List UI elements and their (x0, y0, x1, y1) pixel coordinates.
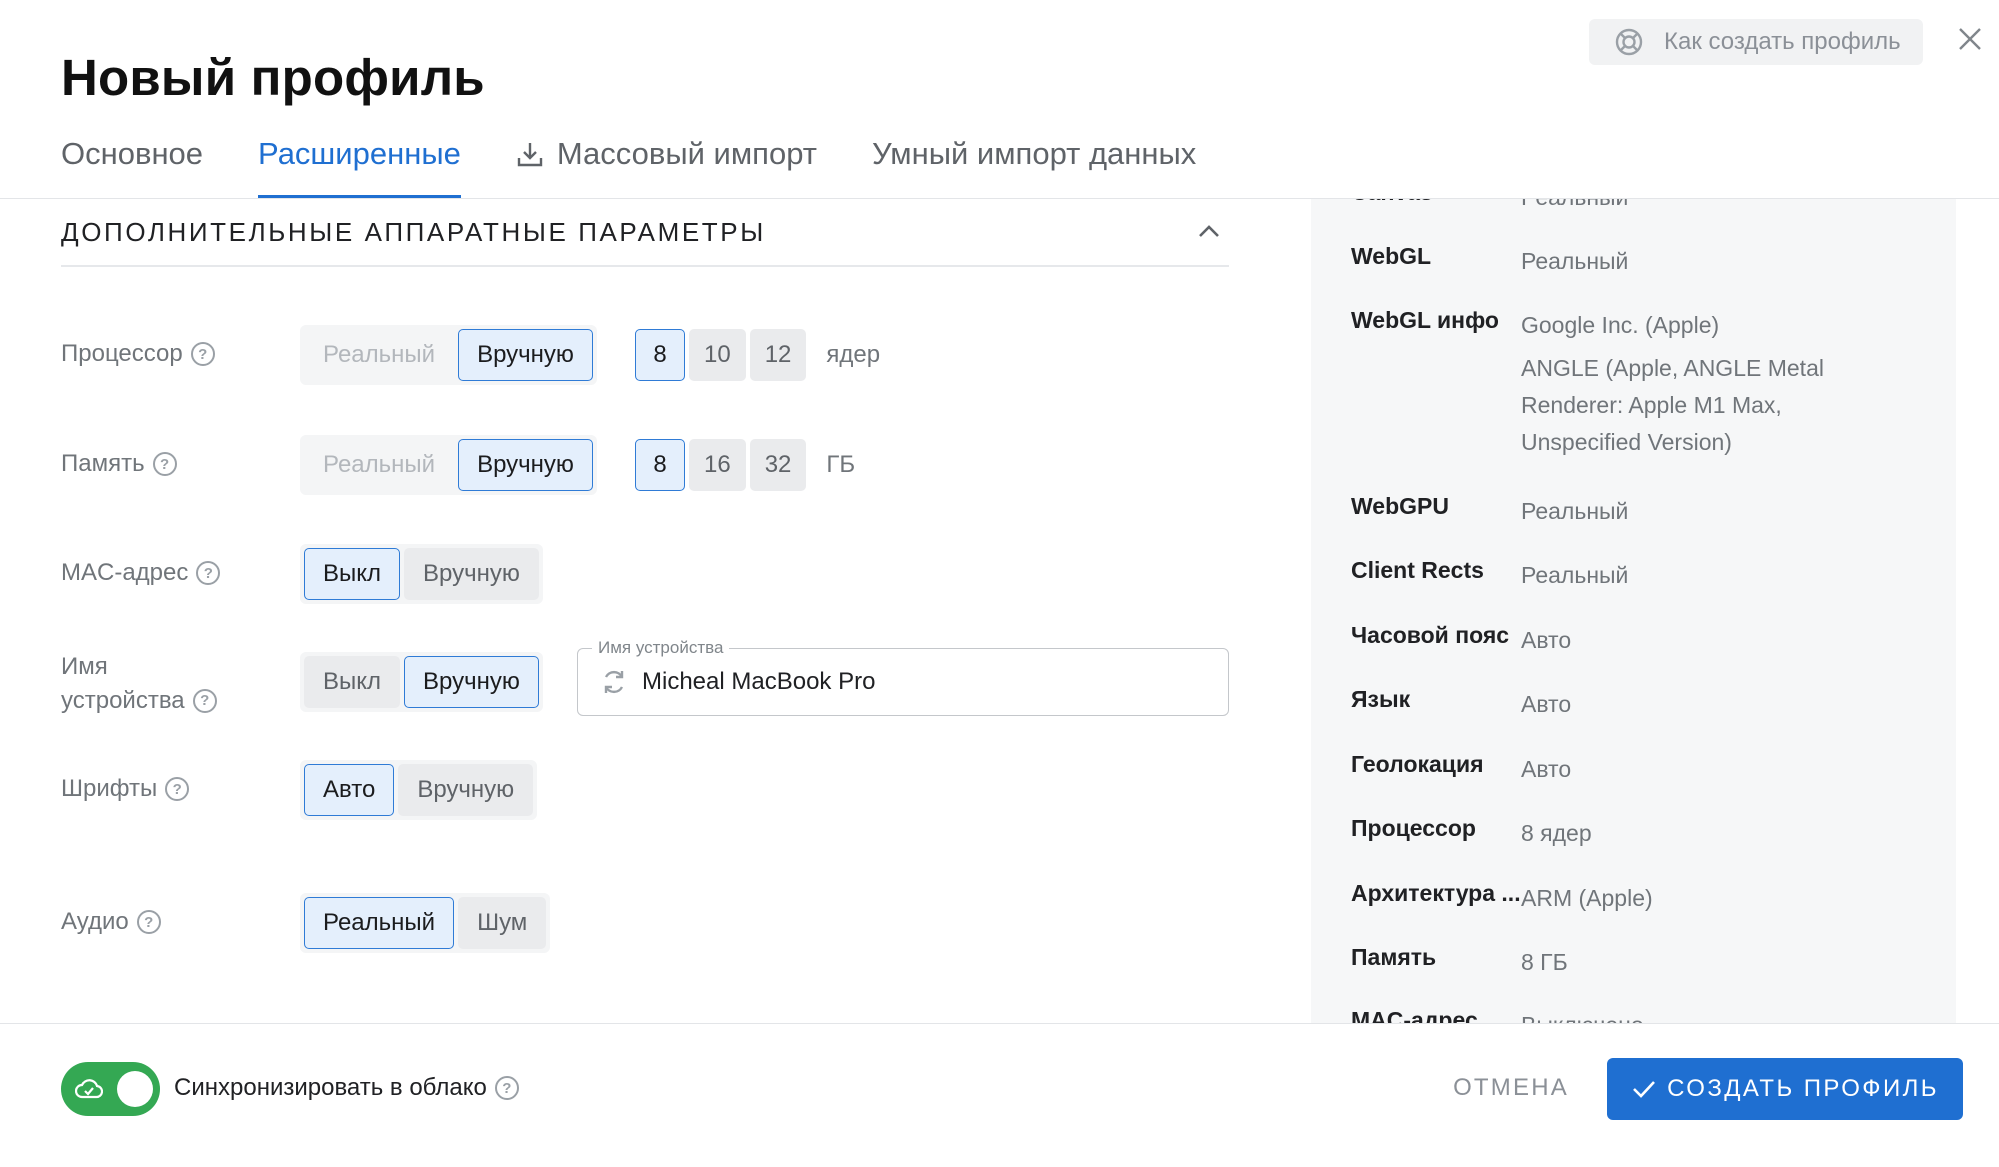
tab-advanced[interactable]: Расширенные (258, 130, 461, 198)
cpu-cores-12[interactable]: 12 (749, 329, 807, 381)
audio-label: Аудио? (61, 908, 161, 936)
audio-mode-noise[interactable]: Шум (458, 897, 547, 949)
memory-label: Память? (61, 450, 177, 478)
summary-row: MAC-адресВыключено (1351, 1007, 1644, 1023)
chevron-up-icon[interactable] (1197, 223, 1221, 239)
memory-size-8[interactable]: 8 (635, 439, 685, 491)
mac-mode-segment: Выкл Вручную (300, 544, 543, 604)
help-button-label: Как создать профиль (1664, 28, 1901, 55)
summary-row: WebGL Реальный (1351, 243, 1629, 274)
cpu-label: Процессор? (61, 340, 215, 368)
mac-row: MAC-адрес? (61, 559, 221, 587)
profile-summary-panel[interactable]: CanvasРеальный WebGLРеальный WebGL инфо … (1311, 199, 1956, 1023)
audio-mode-segment: Реальный Шум (300, 893, 551, 953)
cpu-unit: ядер (826, 341, 881, 368)
fonts-mode-segment: Авто Вручную (300, 760, 538, 820)
memory-row: Память? (61, 450, 177, 478)
tab-basic[interactable]: Основное (61, 130, 203, 198)
memory-size-16[interactable]: 16 (689, 439, 746, 491)
cpu-cores-8[interactable]: 8 (635, 329, 685, 381)
summary-row: Процессор 8 ядер (1351, 815, 1592, 846)
device-name-mode-manual[interactable]: Вручную (404, 656, 539, 708)
help-icon[interactable]: ? (196, 561, 221, 585)
mac-label: MAC-адрес? (61, 559, 221, 587)
fonts-row: Шрифты? (61, 775, 190, 803)
sync-cloud-label: Синхронизировать в облако? (174, 1074, 519, 1102)
device-name-mode-segment: Выкл Вручную (300, 652, 543, 712)
cpu-mode-segment: Реальный Вручную (300, 325, 597, 385)
section-title: ДОПОЛНИТЕЛЬНЫЕ АППАРАТНЫЕ ПАРАМЕТРЫ (61, 216, 766, 247)
how-to-create-profile-button[interactable]: Как создать профиль (1589, 19, 1923, 65)
device-name-mode-off[interactable]: Выкл (304, 656, 401, 708)
cpu-mode-real[interactable]: Реальный (304, 329, 455, 381)
audio-mode-real[interactable]: Реальный (304, 897, 455, 949)
summary-row: Геолокация Авто (1351, 751, 1572, 782)
cpu-cores-options: 8 10 12 ядер (635, 329, 880, 381)
toggle-knob (117, 1071, 153, 1107)
fonts-mode-auto[interactable]: Авто (304, 764, 395, 816)
memory-mode-real[interactable]: Реальный (304, 439, 455, 491)
summary-row: WebGL инфо Google Inc. (Apple) ANGLE (Ap… (1351, 307, 1824, 455)
summary-row: Часовой пояс Авто (1351, 622, 1572, 653)
refresh-icon[interactable] (600, 668, 628, 696)
check-icon (1633, 1081, 1656, 1098)
cloud-sync-icon (75, 1079, 103, 1099)
sync-cloud-toggle[interactable] (61, 1062, 160, 1116)
help-icon[interactable]: ? (192, 689, 217, 713)
device-name-input[interactable] (642, 668, 1202, 696)
memory-mode-manual[interactable]: Вручную (458, 439, 593, 491)
summary-row: Архитектура ... ARM (Apple) (1351, 880, 1653, 911)
help-icon[interactable]: ? (165, 777, 190, 801)
summary-row: Client Rects Реальный (1351, 557, 1629, 588)
fonts-label: Шрифты? (61, 775, 190, 803)
dialog-title: Новый профиль (61, 49, 485, 106)
summary-row: WebGPU Реальный (1351, 493, 1629, 524)
device-name-label: Имя устройства? (61, 650, 217, 718)
device-name-field-label: Имя устройства (592, 638, 730, 658)
summary-row: Язык Авто (1351, 686, 1572, 717)
help-icon[interactable]: ? (190, 342, 215, 366)
fonts-mode-manual[interactable]: Вручную (398, 764, 534, 816)
help-icon[interactable]: ? (136, 910, 161, 934)
create-profile-button[interactable]: СОЗДАТЬ ПРОФИЛЬ (1607, 1058, 1963, 1120)
memory-size-options: 8 16 32 ГБ (635, 439, 855, 491)
help-icon[interactable]: ? (494, 1076, 519, 1100)
help-icon[interactable]: ? (152, 452, 177, 476)
profile-tabs: Основное Расширенные Массовый импорт Умн… (61, 130, 1251, 198)
cpu-cores-10[interactable]: 10 (689, 329, 746, 381)
footer-divider (0, 1023, 1999, 1024)
summary-row: Память 8 ГБ (1351, 944, 1568, 975)
download-icon (517, 143, 543, 167)
cancel-button[interactable]: ОТМЕНА (1436, 1060, 1586, 1116)
cpu-mode-manual[interactable]: Вручную (458, 329, 593, 381)
memory-unit: ГБ (826, 451, 856, 478)
audio-row: Аудио? (61, 908, 161, 936)
device-name-row: Имя устройства? (61, 650, 217, 718)
cpu-row: Процессор? (61, 340, 215, 368)
lifebuoy-icon (1615, 28, 1643, 56)
tab-bulk-import[interactable]: Массовый импорт (516, 130, 817, 198)
hardware-params-section-header[interactable]: ДОПОЛНИТЕЛЬНЫЕ АППАРАТНЫЕ ПАРАМЕТРЫ (61, 199, 1229, 267)
memory-mode-segment: Реальный Вручную (300, 435, 597, 495)
mac-mode-manual[interactable]: Вручную (404, 548, 539, 600)
summary-row: CanvasРеальный (1351, 199, 1628, 216)
tab-smart-import[interactable]: Умный импорт данных (872, 130, 1196, 198)
device-name-field[interactable]: Имя устройства (577, 638, 1229, 716)
close-icon[interactable] (1957, 26, 1983, 52)
mac-mode-off[interactable]: Выкл (304, 548, 401, 600)
new-profile-dialog: Новый профиль Как создать профиль Основн… (0, 0, 1999, 1167)
memory-size-32[interactable]: 32 (749, 439, 807, 491)
